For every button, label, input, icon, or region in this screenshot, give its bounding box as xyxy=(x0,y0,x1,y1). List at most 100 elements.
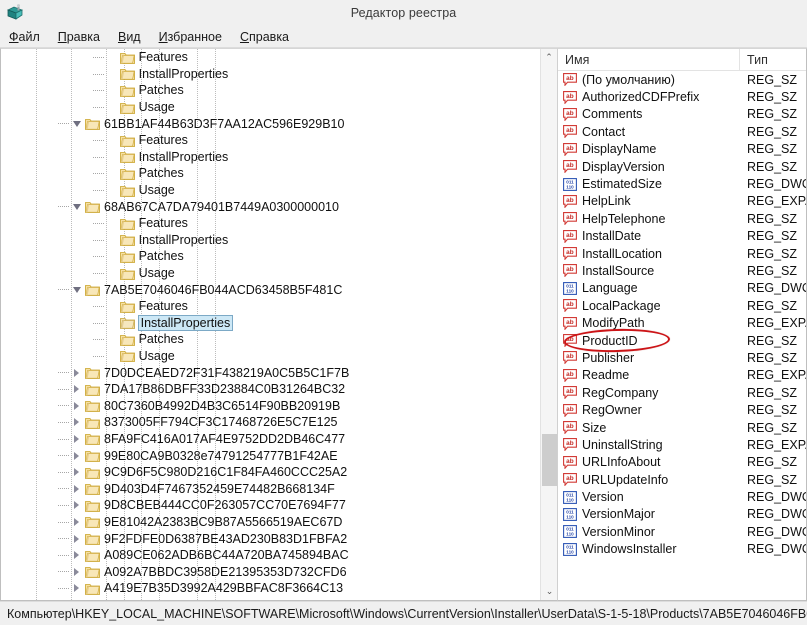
column-header-name[interactable]: Имя xyxy=(558,49,740,70)
tree-item[interactable]: Usage xyxy=(1,182,539,199)
tree-item[interactable]: 9F2FDFE0D6387BE43AD230B83D1FBFA2 xyxy=(1,530,539,547)
scrollbar-thumb[interactable] xyxy=(542,434,557,486)
value-row[interactable]: ab InstallLocation REG_SZ xyxy=(558,245,806,262)
tree-item[interactable]: 7DA17B86DBFF33D23884C0B31264BC32 xyxy=(1,381,539,398)
tree-item[interactable]: 7D0DCEAED72F31F438219A0C5B5C1F7B xyxy=(1,364,539,381)
tree-item[interactable]: 61BB1AF44B63D3F7AA12AC596E929B10 xyxy=(1,115,539,132)
value-row[interactable]: ab Size REG_SZ xyxy=(558,419,806,436)
tree-item[interactable]: Features xyxy=(1,132,539,149)
value-row[interactable]: ab HelpTelephone REG_SZ xyxy=(558,210,806,227)
value-row[interactable]: ab (По умолчанию) REG_SZ xyxy=(558,71,806,88)
scroll-down-icon[interactable]: ⌄ xyxy=(541,583,557,600)
value-row[interactable]: ab Publisher REG_SZ xyxy=(558,349,806,366)
value-row[interactable]: ab DisplayVersion REG_SZ xyxy=(558,158,806,175)
value-row[interactable]: ab LocalPackage REG_SZ xyxy=(558,297,806,314)
registry-key-tree[interactable]: Features InstallProperties Patches Usage 61B… xyxy=(0,48,557,601)
value-row[interactable]: ab Contact REG_SZ xyxy=(558,123,806,140)
tree-item[interactable]: InstallProperties xyxy=(1,314,539,332)
tree-item[interactable]: Features xyxy=(1,298,539,315)
tree-item[interactable]: 9D403D4F7467352459E74482B668134F xyxy=(1,480,539,497)
tree-item[interactable]: A419E7B35D3992A429BBFAC8F3664C13 xyxy=(1,580,539,597)
chevron-down-icon[interactable] xyxy=(71,117,84,130)
chevron-right-icon[interactable] xyxy=(71,432,84,445)
value-row[interactable]: ab ModifyPath REG_EXPAND_SZ xyxy=(558,314,806,331)
tree-item[interactable]: Usage xyxy=(1,348,539,365)
value-row[interactable]: ab Readme REG_EXPAND_SZ xyxy=(558,367,806,384)
chevron-down-icon[interactable] xyxy=(71,200,84,213)
value-row[interactable]: 011110 VersionMajor REG_DWORD xyxy=(558,506,806,523)
column-header-type[interactable]: Тип xyxy=(740,49,806,70)
chevron-right-icon[interactable] xyxy=(71,366,84,379)
value-row[interactable]: 011110 Version REG_DWORD xyxy=(558,488,806,505)
chevron-right-icon[interactable] xyxy=(71,383,84,396)
value-row[interactable]: 011110 VersionMinor REG_DWORD xyxy=(558,523,806,540)
tree-item[interactable]: Patches xyxy=(1,248,539,265)
tree-item[interactable]: 9D8CBEB444CC0F263057CC70E7694F77 xyxy=(1,497,539,514)
value-row[interactable]: 011110 EstimatedSize REG_DWORD xyxy=(558,175,806,192)
tree-item[interactable]: Usage xyxy=(1,99,539,116)
tree-connector-line xyxy=(58,372,69,374)
menu-bar[interactable]: Файл Правка Вид Избранное Справка xyxy=(0,26,807,48)
tree-item[interactable]: 8373005FF794CF3C17468726E5C7E125 xyxy=(1,414,539,431)
value-row[interactable]: ab DisplayName REG_SZ xyxy=(558,141,806,158)
menu-item-help[interactable]: Справка xyxy=(240,30,299,44)
value-row[interactable]: ab Comments REG_SZ xyxy=(558,106,806,123)
value-row[interactable]: 011110 WindowsInstaller REG_DWORD xyxy=(558,541,806,558)
tree-connector-line xyxy=(58,505,69,507)
tree-item[interactable]: Patches xyxy=(1,331,539,348)
chevron-down-icon[interactable] xyxy=(71,283,84,296)
tree-item[interactable]: InstallProperties xyxy=(1,149,539,166)
registry-values-list[interactable]: Имя Тип ab (По умолчанию) REG_SZ ab Authoriz… xyxy=(557,48,807,601)
menu-item-edit[interactable]: Правка xyxy=(58,30,110,44)
tree-item[interactable]: Patches xyxy=(1,82,539,99)
chevron-right-icon[interactable] xyxy=(71,515,84,528)
value-row[interactable]: ab URLUpdateInfo REG_SZ xyxy=(558,471,806,488)
chevron-right-icon[interactable] xyxy=(71,565,84,578)
value-row[interactable]: 011110 Language REG_DWORD xyxy=(558,280,806,297)
folder-icon xyxy=(85,549,100,562)
chevron-right-icon[interactable] xyxy=(71,416,84,429)
tree-item[interactable]: Features xyxy=(1,49,539,66)
tree-item[interactable]: A092A7BBDC3958DE21395353D732CFD6 xyxy=(1,563,539,580)
scroll-up-icon[interactable]: ⌃ xyxy=(541,49,557,66)
value-row[interactable]: ab RegCompany REG_SZ xyxy=(558,384,806,401)
value-row[interactable]: ab HelpLink REG_EXPAND_SZ xyxy=(558,193,806,210)
value-row[interactable]: ab RegOwner REG_SZ xyxy=(558,401,806,418)
value-row[interactable]: ab URLInfoAbout REG_SZ xyxy=(558,454,806,471)
chevron-right-icon[interactable] xyxy=(71,449,84,462)
value-name-cell: ab Readme xyxy=(558,368,740,382)
tree-item[interactable]: 99E80CA9B0328e74791254777B1F42AE xyxy=(1,447,539,464)
chevron-right-icon[interactable] xyxy=(71,582,84,595)
tree-item[interactable]: 7AB5E7046046FB044ACD63458B5F481C xyxy=(1,281,539,298)
tree-vertical-scrollbar[interactable]: ⌃ ⌄ xyxy=(540,49,557,600)
tree-item[interactable]: Patches xyxy=(1,165,539,182)
chevron-right-icon[interactable] xyxy=(71,466,84,479)
value-row[interactable]: ab InstallSource REG_SZ xyxy=(558,262,806,279)
value-row[interactable]: ab ProductID REG_SZ xyxy=(558,332,806,349)
tree-item[interactable]: 68AB67CA7DA79401B7449A0300000010 xyxy=(1,198,539,215)
value-row[interactable]: ab InstallDate REG_SZ xyxy=(558,228,806,245)
string-value-icon: ab xyxy=(563,386,577,400)
tree-item[interactable]: Features xyxy=(1,215,539,232)
menu-item-view[interactable]: Вид xyxy=(118,30,151,44)
menu-item-favorites[interactable]: Избранное xyxy=(159,30,232,44)
tree-item[interactable]: InstallProperties xyxy=(1,66,539,83)
value-row[interactable]: ab AuthorizedCDFPrefix REG_SZ xyxy=(558,88,806,105)
tree-connector-line xyxy=(92,189,104,191)
menu-item-file[interactable]: Файл xyxy=(9,30,50,44)
chevron-right-icon[interactable] xyxy=(71,482,84,495)
chevron-right-icon[interactable] xyxy=(71,499,84,512)
tree-item[interactable]: 9C9D6F5C980D216C1F84FA460CCC25A2 xyxy=(1,464,539,481)
chevron-right-icon[interactable] xyxy=(71,399,84,412)
tree-item[interactable]: 8FA9FC416A017AF4E9752DD2DB46C477 xyxy=(1,431,539,448)
chevron-right-icon[interactable] xyxy=(71,549,84,562)
string-value-icon: ab xyxy=(563,403,577,417)
tree-item[interactable]: 80C7360B4992D4B3C6514F90BB20919B xyxy=(1,397,539,414)
tree-item[interactable]: Usage xyxy=(1,265,539,282)
chevron-right-icon[interactable] xyxy=(71,532,84,545)
tree-item[interactable]: 9E81042A2383BC9B87A5566519AEC67D xyxy=(1,514,539,531)
folder-icon xyxy=(85,383,100,396)
tree-item[interactable]: InstallProperties xyxy=(1,232,539,249)
tree-item[interactable]: A089CE062ADB6BC44A720BA745894BAC xyxy=(1,547,539,564)
value-row[interactable]: ab UninstallString REG_EXPAND_SZ xyxy=(558,436,806,453)
